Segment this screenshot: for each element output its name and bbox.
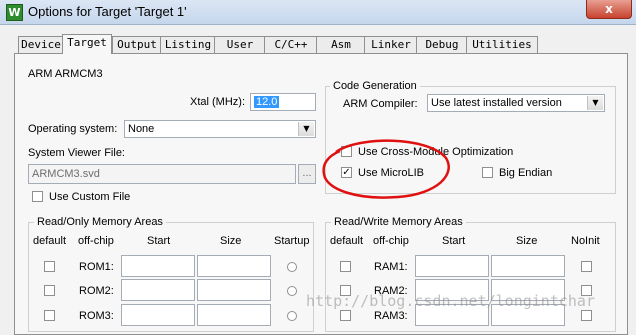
- big-endian-label: Big Endian: [499, 167, 553, 179]
- close-button[interactable]: x: [586, 0, 632, 19]
- annotation-ellipse: [322, 139, 450, 199]
- chevron-down-icon[interactable]: ▼: [587, 96, 603, 110]
- tab-user[interactable]: User: [214, 36, 266, 53]
- arm-compiler-select[interactable]: Use latest installed version ▼: [427, 94, 605, 112]
- os-value: None: [128, 123, 155, 135]
- os-label: Operating system:: [28, 123, 118, 135]
- ro-memory-title: Read/Only Memory Areas: [34, 216, 166, 228]
- use-custom-file-label: Use Custom File: [49, 191, 131, 203]
- browse-button[interactable]: ...: [298, 164, 316, 184]
- window-title: Options for Target 'Target 1': [28, 4, 187, 19]
- xtal-input[interactable]: 12.0: [250, 93, 316, 111]
- xtal-label: Xtal (MHz):: [190, 96, 245, 108]
- rom2-size-input[interactable]: [197, 279, 271, 301]
- tab-utilities[interactable]: Utilities: [466, 36, 538, 53]
- ro-header-default: default: [33, 235, 67, 247]
- ram1-start-input[interactable]: [415, 255, 489, 277]
- rw-header-default: default: [330, 235, 364, 247]
- ram1-noinit-checkbox[interactable]: [581, 261, 592, 272]
- rom1-label: ROM1:: [79, 261, 114, 273]
- viewer-file-value: ARMCM3.svd: [32, 168, 100, 180]
- rom3-label: ROM3:: [79, 310, 114, 322]
- ro-header-startup: Startup: [274, 235, 310, 247]
- ro-header-offchip: off-chip: [78, 235, 114, 247]
- big-endian-checkbox[interactable]: [482, 167, 493, 178]
- tab-c-cpp[interactable]: C/C++: [264, 36, 318, 53]
- ro-header-start: Start: [147, 235, 171, 247]
- tab-asm[interactable]: Asm: [316, 36, 366, 53]
- ram3-noinit-checkbox[interactable]: [581, 310, 592, 321]
- ro-header-size: Size: [220, 235, 242, 247]
- viewer-file-input[interactable]: ARMCM3.svd: [28, 164, 296, 184]
- rw-memory-title: Read/Write Memory Areas: [331, 216, 466, 228]
- xtal-value: 12.0: [254, 96, 280, 108]
- rom1-default-checkbox[interactable]: [44, 261, 55, 272]
- rw-header-size: Size: [516, 235, 538, 247]
- rom2-label: ROM2:: [79, 285, 114, 297]
- rom1-size-input[interactable]: [197, 255, 271, 277]
- app-icon: W: [6, 4, 23, 21]
- rw-header-start: Start: [442, 235, 466, 247]
- rom2-startup-radio[interactable]: [287, 286, 297, 296]
- rom1-startup-radio[interactable]: [287, 262, 297, 272]
- rw-header-noinit: NoInit: [571, 235, 600, 247]
- rom3-default-checkbox[interactable]: [44, 310, 55, 321]
- rom2-default-checkbox[interactable]: [44, 285, 55, 296]
- watermark-text: http://blog.csdn.net/longintchar: [306, 292, 595, 310]
- tab-debug[interactable]: Debug: [416, 36, 468, 53]
- tab-target[interactable]: Target: [62, 34, 112, 54]
- arm-compiler-value: Use latest installed version: [431, 97, 562, 109]
- viewer-label: System Viewer File:: [28, 147, 125, 159]
- use-custom-file-checkbox[interactable]: [32, 191, 43, 202]
- code-generation-title: Code Generation: [330, 80, 420, 92]
- os-select[interactable]: None ▼: [124, 120, 316, 138]
- rom2-start-input[interactable]: [121, 279, 195, 301]
- ram3-label: RAM3:: [374, 310, 408, 322]
- ram1-default-checkbox[interactable]: [340, 261, 351, 272]
- rom3-startup-radio[interactable]: [287, 311, 297, 321]
- chevron-down-icon[interactable]: ▼: [298, 122, 314, 136]
- tab-listing[interactable]: Listing: [160, 36, 216, 53]
- rom1-start-input[interactable]: [121, 255, 195, 277]
- ram1-label: RAM1:: [374, 261, 408, 273]
- ram1-size-input[interactable]: [491, 255, 565, 277]
- device-name: ARM ARMCM3: [28, 68, 103, 80]
- arm-compiler-label: ARM Compiler:: [343, 98, 418, 110]
- ram3-default-checkbox[interactable]: [340, 310, 351, 321]
- tab-linker[interactable]: Linker: [364, 36, 418, 53]
- tab-device[interactable]: Device: [18, 36, 64, 53]
- tab-output[interactable]: Output: [112, 36, 162, 53]
- rw-header-offchip: off-chip: [373, 235, 409, 247]
